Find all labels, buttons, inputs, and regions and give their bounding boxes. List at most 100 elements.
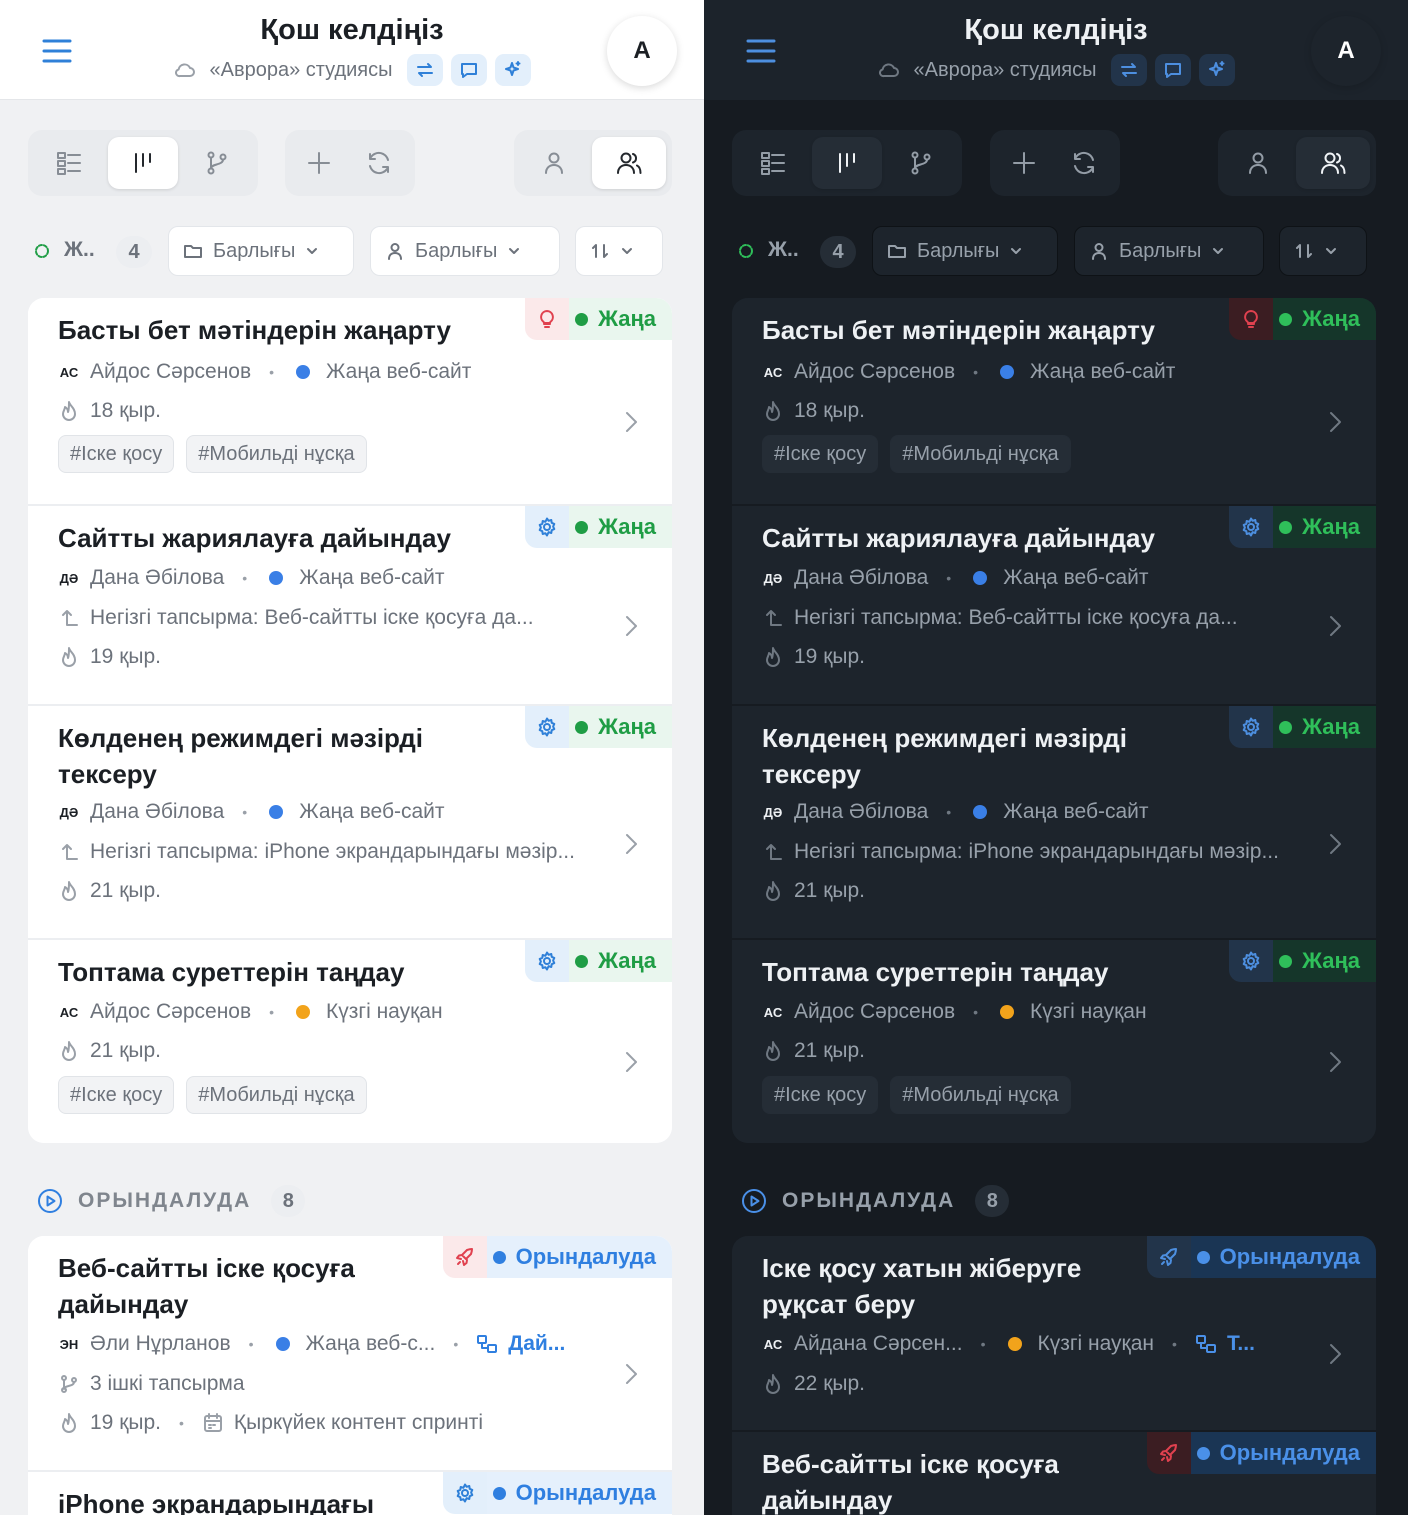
task-card[interactable]: Көлденең режимдегі мәзірді тексеру Жаңа … xyxy=(732,704,1376,938)
project-color-dot xyxy=(269,571,284,585)
task-card[interactable]: Веб-сайтты іске қосуға дайындау Орындалу… xyxy=(28,1236,672,1470)
board-view-icon[interactable] xyxy=(108,137,178,189)
tag-list: #Іске қосу #Мобильді нұсқа xyxy=(58,435,367,473)
refresh-icon[interactable] xyxy=(351,137,407,189)
switch-workspace-icon[interactable] xyxy=(406,54,443,86)
branch-view-icon[interactable] xyxy=(886,137,956,189)
project-color-dot xyxy=(1000,365,1015,379)
switch-workspace-icon[interactable] xyxy=(1110,54,1147,86)
assignee-name: Дана Әбілова xyxy=(794,800,929,823)
status-count: 4 xyxy=(820,236,856,268)
chat-icon[interactable] xyxy=(1154,54,1191,86)
sparkles-icon[interactable] xyxy=(494,54,531,86)
due-date: 18 қыр. xyxy=(90,399,161,422)
task-card[interactable]: Сайтты жариялауға дайындау Жаңа ДӘ Дана … xyxy=(28,504,672,704)
task-card[interactable]: Басты бет мәтіндерін жаңарту Жаңа АС Айд… xyxy=(28,298,672,504)
single-user-icon[interactable] xyxy=(1224,137,1292,189)
status-filter-label[interactable]: Ж.. xyxy=(64,238,95,262)
subtasks-count: 3 ішкі тапсырма xyxy=(90,1372,245,1395)
tag-chip[interactable]: #Іске қосу xyxy=(762,1076,879,1114)
project-filter-dropdown[interactable]: Барлығы xyxy=(872,226,1058,276)
add-task-button[interactable] xyxy=(996,137,1052,189)
project-name: Жаңа веб-с... xyxy=(305,1332,436,1355)
project-color-dot xyxy=(1000,1005,1015,1019)
new-tasks-group: Басты бет мәтіндерін жаңарту Жаңа АС Айд… xyxy=(28,298,672,1143)
status-filter-label[interactable]: Ж.. xyxy=(768,238,799,262)
in-progress-section-header[interactable]: ОРЫНДАЛУДА 8 xyxy=(740,1184,1010,1218)
project-name: Күзгі науқан xyxy=(1037,1332,1155,1355)
task-card[interactable]: Көлденең режимдегі мәзірді тексеру Жаңа … xyxy=(28,704,672,938)
assignee-filter-dropdown[interactable]: Барлығы xyxy=(1074,226,1264,276)
list-view-icon[interactable] xyxy=(34,137,104,189)
section-title: ОРЫНДАЛУДА xyxy=(782,1189,956,1212)
chevron-right-icon xyxy=(1324,830,1346,858)
page-title: Қош келдіңіз xyxy=(260,14,444,46)
project-name: Күзгі науқан xyxy=(326,1000,443,1023)
linked-item[interactable]: Дай... xyxy=(508,1332,565,1356)
due-date: 22 қыр. xyxy=(794,1372,865,1395)
in-progress-section-header[interactable]: ОРЫНДАЛУДА 8 xyxy=(36,1184,306,1218)
task-card[interactable]: Басты бет мәтіндерін жаңарту Жаңа АС Айд… xyxy=(732,298,1376,504)
cloud-icon xyxy=(173,58,197,82)
task-title: Топтама суреттерін таңдау xyxy=(58,957,405,987)
play-circle-icon xyxy=(740,1187,768,1215)
project-color-dot xyxy=(973,571,988,585)
status-badge: Орындалуда xyxy=(1146,1432,1376,1474)
tag-list: #Іске қосу #Мобильді нұсқа xyxy=(762,1076,1071,1114)
chevron-right-icon xyxy=(620,830,642,858)
linked-item[interactable]: Т... xyxy=(1227,1332,1255,1356)
tag-chip[interactable]: #Мобильді нұсқа xyxy=(186,1076,367,1114)
project-filter-dropdown[interactable]: Барлығы xyxy=(168,226,354,276)
assignee-name: Айдос Сәрсенов xyxy=(794,1000,956,1023)
tag-chip[interactable]: #Мобильді нұсқа xyxy=(186,435,367,473)
project-color-dot xyxy=(1007,1337,1022,1351)
user-avatar-button[interactable]: A xyxy=(1311,16,1381,86)
sort-dropdown[interactable] xyxy=(1279,226,1367,276)
tag-chip[interactable]: #Іске қосу xyxy=(58,1076,175,1114)
task-card[interactable]: Топтама суреттерін таңдау Жаңа АС Айдос … xyxy=(28,938,672,1143)
task-card[interactable]: iPhone экрандарындағы мәзірді Орындалуда xyxy=(28,1470,672,1515)
status-label: Орындалуда xyxy=(515,1480,656,1505)
workspace-switcher[interactable]: «Аврора» студиясы xyxy=(704,54,1408,86)
user-icon xyxy=(385,241,405,261)
task-meta: ДӘ Дана Әбілова • Жаңа веб-сайт xyxy=(59,800,445,823)
flame-icon xyxy=(58,646,80,668)
tag-chip[interactable]: #Мобильді нұсқа xyxy=(890,435,1071,473)
task-card[interactable]: Сайтты жариялауға дайындау Жаңа ДӘ Дана … xyxy=(732,504,1376,704)
team-icon[interactable] xyxy=(1296,137,1370,189)
sort-dropdown[interactable] xyxy=(575,226,663,276)
user-avatar-button[interactable]: A xyxy=(607,16,677,86)
light-theme-screen: Қош келдіңіз «Аврора» студиясы A Ж.. 4 Б… xyxy=(0,0,704,1515)
add-task-button[interactable] xyxy=(291,137,347,189)
single-user-icon[interactable] xyxy=(520,137,588,189)
status-label: Жаңа xyxy=(1302,948,1360,973)
workspace-switcher[interactable]: «Аврора» студиясы xyxy=(0,54,704,86)
task-card[interactable]: Іске қосу хатын жіберуге рұқсат беру Оры… xyxy=(732,1236,1376,1430)
tag-chip[interactable]: #Іске қосу xyxy=(58,435,175,473)
assignee-filter-dropdown[interactable]: Барлығы xyxy=(370,226,560,276)
page-title: Қош келдіңіз xyxy=(964,14,1148,46)
task-title: Басты бет мәтіндерін жаңарту xyxy=(762,315,1156,345)
parent-arrow-icon xyxy=(58,841,80,863)
task-card[interactable]: Веб-сайтты іске қосуға дайындау Орындалу… xyxy=(732,1430,1376,1515)
status-label: Жаңа xyxy=(1302,306,1360,331)
due-row: 22 қыр. xyxy=(762,1372,865,1396)
assignee-initials: ДӘ xyxy=(763,570,783,586)
sparkles-icon[interactable] xyxy=(1198,54,1235,86)
chat-icon[interactable] xyxy=(450,54,487,86)
refresh-icon[interactable] xyxy=(1056,137,1112,189)
project-filter-value: Барлығы xyxy=(917,239,1000,262)
branch-view-icon[interactable] xyxy=(182,137,252,189)
chevron-down-icon xyxy=(620,244,634,258)
list-view-icon[interactable] xyxy=(738,137,808,189)
parent-task: Негізгі тапсырма: Веб-сайтты іске қосуға… xyxy=(90,606,534,629)
tag-chip[interactable]: #Іске қосу xyxy=(762,435,879,473)
tag-chip[interactable]: #Мобильді нұсқа xyxy=(890,1076,1071,1114)
task-card[interactable]: Топтама суреттерін таңдау Жаңа АС Айдос … xyxy=(732,938,1376,1143)
lightbulb-icon xyxy=(1229,298,1274,340)
task-meta: ДӘ Дана Әбілова • Жаңа веб-сайт xyxy=(763,800,1149,823)
team-icon[interactable] xyxy=(592,137,666,189)
parent-arrow-icon xyxy=(762,841,784,863)
board-view-icon[interactable] xyxy=(812,137,882,189)
assignee-name: Айдана Сәрсен... xyxy=(794,1332,963,1355)
